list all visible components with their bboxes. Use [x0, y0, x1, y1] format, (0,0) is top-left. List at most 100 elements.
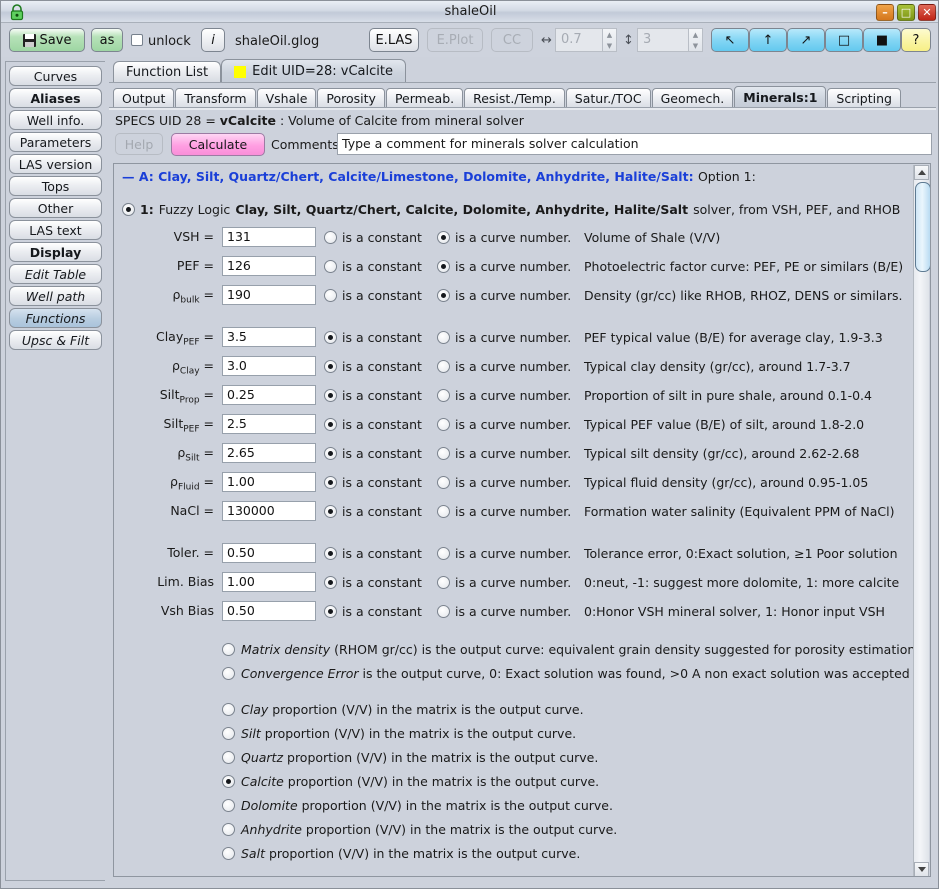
param-toler-constant-radio[interactable] — [324, 547, 337, 560]
help-question-icon[interactable]: ? — [901, 28, 931, 52]
param-toler-curve-radio[interactable] — [437, 547, 450, 560]
output-option-salt[interactable]: Salt proportion (V/V) in the matrix is t… — [222, 846, 580, 861]
param-nacl-constant-option[interactable]: is a constant — [324, 504, 422, 519]
param-rho-clay-curve-radio[interactable] — [437, 360, 450, 373]
save-as-button[interactable]: as — [91, 28, 123, 52]
sidebar-item-other[interactable]: Other — [9, 198, 102, 218]
output-calcite-radio[interactable] — [222, 775, 235, 788]
param-toler-constant-option[interactable]: is a constant — [324, 546, 422, 561]
param-rho-bulk-curve-radio[interactable] — [437, 289, 450, 302]
param-clay-pef-constant-radio[interactable] — [324, 331, 337, 344]
param-nacl-curve-radio[interactable] — [437, 505, 450, 518]
param-input-rho-silt[interactable]: 2.65 — [222, 443, 316, 463]
output-silt-radio[interactable] — [222, 727, 235, 740]
param-input-vsh-bias[interactable]: 0.50 — [222, 601, 316, 621]
param-clay-pef-curve-radio[interactable] — [437, 331, 450, 344]
param-silt-pef-curve-radio[interactable] — [437, 418, 450, 431]
vertical-scale-arrows[interactable]: ▲ ▼ — [689, 28, 703, 52]
param-silt-prop-constant-option[interactable]: is a constant — [324, 388, 422, 403]
output-option-silt[interactable]: Silt proportion (V/V) in the matrix is t… — [222, 726, 576, 741]
horizontal-scale-arrows[interactable]: ▲ ▼ — [603, 28, 617, 52]
info-button[interactable]: i — [201, 28, 225, 52]
horizontal-scale-stepper[interactable]: 0.7 ▲ ▼ — [555, 28, 617, 52]
param-rho-fluid-constant-option[interactable]: is a constant — [324, 475, 422, 490]
tab-resist-temp[interactable]: Resist./Temp. — [464, 88, 565, 108]
param-input-silt-prop[interactable]: 0.25 — [222, 385, 316, 405]
output-convergence-error-radio[interactable] — [222, 667, 235, 680]
arrow-up-left-icon[interactable]: ↖ — [711, 28, 749, 52]
sidebar-item-curves[interactable]: Curves — [9, 66, 102, 86]
arrow-up-icon[interactable]: ↑ — [749, 28, 787, 52]
calculate-button[interactable]: Calculate — [171, 133, 265, 156]
tab-minerals[interactable]: Minerals:1 — [734, 86, 827, 108]
param-silt-prop-curve-option[interactable]: is a curve number. — [437, 388, 571, 403]
param-lim-bias-constant-radio[interactable] — [324, 576, 337, 589]
param-clay-pef-constant-option[interactable]: is a constant — [324, 330, 422, 345]
output-option-quartz[interactable]: Quartz proportion (V/V) in the matrix is… — [222, 750, 598, 765]
sidebar-item-las-text[interactable]: LAS text — [9, 220, 102, 240]
hscale-up-icon[interactable]: ▲ — [603, 29, 616, 40]
param-rho-bulk-constant-option[interactable]: is a constant — [324, 288, 422, 303]
param-rho-bulk-constant-radio[interactable] — [324, 289, 337, 302]
sidebar-item-display[interactable]: Display — [9, 242, 102, 262]
param-nacl-curve-option[interactable]: is a curve number. — [437, 504, 571, 519]
output-option-matrix-density[interactable]: Matrix density (RHOM gr/cc) is the outpu… — [222, 642, 915, 657]
sidebar-item-well-info[interactable]: Well info. — [9, 110, 102, 130]
vertical-scale-stepper[interactable]: 3 ▲ ▼ — [637, 28, 703, 52]
param-pef-constant-radio[interactable] — [324, 260, 337, 273]
param-silt-pef-curve-option[interactable]: is a curve number. — [437, 417, 571, 432]
tab-permeab[interactable]: Permeab. — [385, 88, 464, 108]
horizontal-scale-value[interactable]: 0.7 — [555, 28, 603, 52]
param-rho-bulk-curve-option[interactable]: is a curve number. — [437, 288, 571, 303]
sidebar-item-upsc-filt[interactable]: Upsc & Filt — [9, 330, 102, 350]
param-rho-silt-constant-option[interactable]: is a constant — [324, 446, 422, 461]
close-button[interactable]: ✕ — [918, 4, 936, 21]
param-rho-silt-curve-radio[interactable] — [437, 447, 450, 460]
param-pef-curve-radio[interactable] — [437, 260, 450, 273]
param-rho-clay-constant-radio[interactable] — [324, 360, 337, 373]
param-rho-silt-constant-radio[interactable] — [324, 447, 337, 460]
param-vsh-bias-constant-radio[interactable] — [324, 605, 337, 618]
unlock-checkbox[interactable] — [131, 34, 143, 46]
output-anhydrite-radio[interactable] — [222, 823, 235, 836]
param-rho-clay-constant-option[interactable]: is a constant — [324, 359, 422, 374]
tab-porosity[interactable]: Porosity — [317, 88, 385, 108]
param-clay-pef-curve-option[interactable]: is a curve number. — [437, 330, 571, 345]
output-option-clay[interactable]: Clay proportion (V/V) in the matrix is t… — [222, 702, 584, 717]
tab-transform[interactable]: Transform — [175, 88, 256, 108]
param-input-rho-fluid[interactable]: 1.00 — [222, 472, 316, 492]
output-option-calcite[interactable]: Calcite proportion (V/V) in the matrix i… — [222, 774, 599, 789]
tab-edit-uid-28-vcalcite[interactable]: Edit UID=28: vCalcite — [221, 59, 406, 83]
param-silt-pef-constant-option[interactable]: is a constant — [324, 417, 422, 432]
tab-output[interactable]: Output — [113, 88, 175, 108]
param-pef-curve-option[interactable]: is a curve number. — [437, 259, 571, 274]
tab-vshale[interactable]: Vshale — [256, 88, 317, 108]
param-vsh-curve-option[interactable]: is a curve number. — [437, 230, 571, 245]
method-option-1[interactable]: 1: Fuzzy Logic Clay, Silt, Quartz/Chert,… — [122, 202, 900, 217]
param-lim-bias-constant-option[interactable]: is a constant — [324, 575, 422, 590]
minimize-button[interactable]: – — [876, 4, 894, 21]
tab-function-list[interactable]: Function List — [113, 61, 222, 83]
tab-geomech[interactable]: Geomech. — [651, 88, 734, 108]
tab-scripting[interactable]: Scripting — [827, 88, 901, 108]
hscale-down-icon[interactable]: ▼ — [603, 40, 616, 51]
sidebar-item-well-path[interactable]: Well path — [9, 286, 102, 306]
export-las-button[interactable]: E.LAS — [369, 28, 419, 52]
param-input-clay-pef[interactable]: 3.5 — [222, 327, 316, 347]
output-salt-radio[interactable] — [222, 847, 235, 860]
output-option-convergence-error[interactable]: Convergence Error is the output curve, 0… — [222, 666, 910, 681]
param-nacl-constant-radio[interactable] — [324, 505, 337, 518]
vertical-scale-value[interactable]: 3 — [637, 28, 689, 52]
param-silt-prop-constant-radio[interactable] — [324, 389, 337, 402]
param-pef-constant-option[interactable]: is a constant — [324, 259, 422, 274]
param-input-toler[interactable]: 0.50 — [222, 543, 316, 563]
output-quartz-radio[interactable] — [222, 751, 235, 764]
output-clay-radio[interactable] — [222, 703, 235, 716]
param-lim-bias-curve-option[interactable]: is a curve number. — [437, 575, 571, 590]
scrollbar-thumb[interactable] — [915, 182, 930, 272]
param-input-vsh[interactable]: 131 — [222, 227, 316, 247]
sidebar-item-las-version[interactable]: LAS version — [9, 154, 102, 174]
sidebar-item-edit-table[interactable]: Edit Table — [9, 264, 102, 284]
content-vertical-scrollbar[interactable] — [913, 165, 930, 876]
output-option-anhydrite[interactable]: Anhydrite proportion (V/V) in the matrix… — [222, 822, 617, 837]
